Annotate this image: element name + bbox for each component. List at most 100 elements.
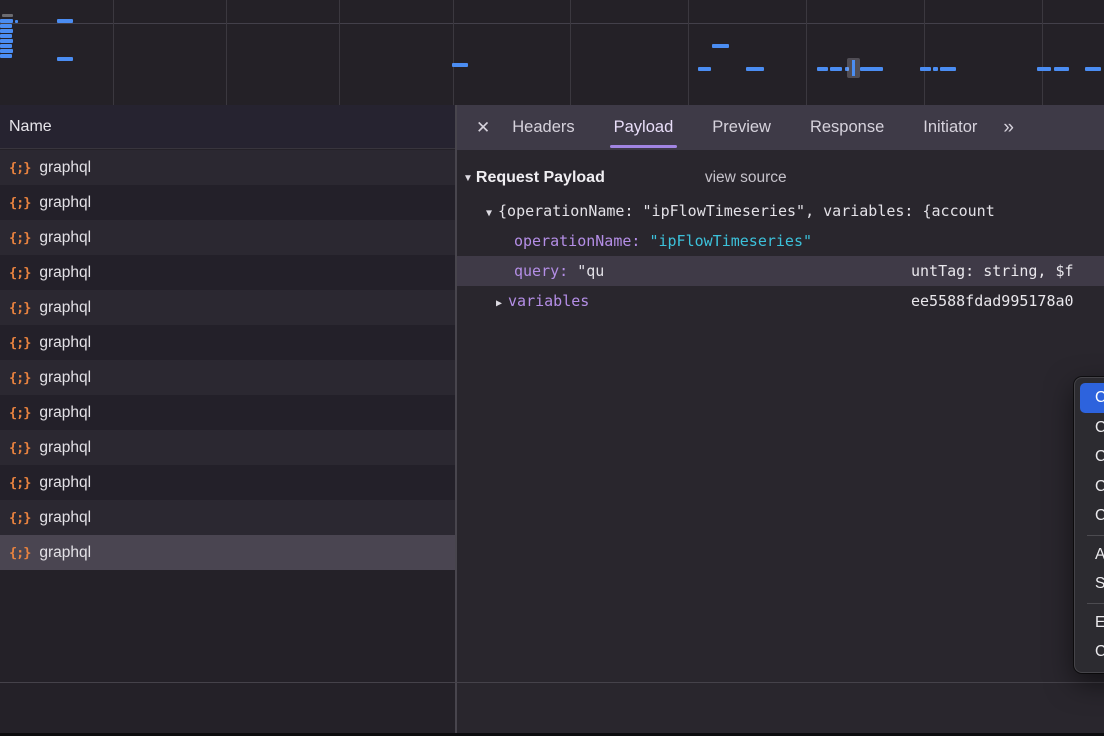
section-title: Request Payload (476, 169, 605, 187)
overview-request-bar (452, 63, 468, 67)
overview-marker-bar (852, 60, 855, 76)
overview-gridline (339, 0, 340, 105)
request-name: graphql (39, 334, 91, 352)
overview-gridline (1042, 0, 1043, 105)
menu-item-add-property-path-to-watch[interactable]: Add property path to watch (1075, 540, 1104, 570)
json-resource-icon: {;} (9, 405, 30, 421)
network-request-row[interactable]: {;} graphql (0, 500, 455, 535)
json-resource-icon: {;} (9, 510, 30, 526)
property-value-end: untTag: string, $f (911, 256, 1074, 286)
property-key: query: (514, 262, 568, 280)
network-request-row[interactable]: {;} graphql (0, 150, 455, 185)
request-name: graphql (39, 544, 91, 562)
overview-request-bar (0, 19, 13, 23)
overview-gridline (688, 0, 689, 105)
object-preview-text: {operationName: "ipFlowTimeseries", vari… (498, 202, 995, 220)
request-payload-section: ▼ Request Payload view source (457, 160, 1104, 196)
variables-expand-icon[interactable]: ▶ (496, 289, 502, 316)
network-request-row[interactable]: {;} graphql (0, 395, 455, 430)
menu-item-collapse-children[interactable]: Collapse children (1075, 637, 1104, 667)
overview-request-bar (2, 14, 13, 17)
menu-item-expand-recursively[interactable]: Expand recursively (1075, 608, 1104, 638)
payload-query-row[interactable]: query: "qu untTag: string, $f (457, 256, 1104, 286)
summary-divider-line (0, 682, 1104, 683)
json-resource-icon: {;} (9, 230, 30, 246)
network-request-row[interactable]: {;} graphql (0, 255, 455, 290)
menu-item-copy-string-as-javascript-literal[interactable]: Copy string as JavaScript literal (1075, 472, 1104, 502)
view-source-link[interactable]: view source (705, 169, 787, 187)
json-resource-icon: {;} (9, 475, 30, 491)
overview-request-bar (0, 44, 12, 48)
name-column-label: Name (9, 118, 52, 136)
close-icon[interactable]: ✕ (476, 118, 490, 138)
payload-variables-row[interactable]: ▶variables ee5588fdad995178a0 (457, 286, 1104, 316)
network-overview-timeline[interactable] (0, 0, 1104, 106)
overview-gridline (453, 0, 454, 105)
tab-initiator[interactable]: Initiator (923, 105, 977, 150)
property-value-start: "qu (577, 262, 604, 280)
menu-item-store-as-global-variable[interactable]: Store as global variable (1075, 569, 1104, 599)
network-request-row[interactable]: {;} graphql (0, 535, 455, 570)
tab-preview[interactable]: Preview (712, 105, 771, 150)
request-name: graphql (39, 404, 91, 422)
overview-request-bar (698, 67, 711, 71)
more-tabs-icon[interactable]: » (1003, 117, 1012, 139)
payload-operation-name-row[interactable]: operationName: "ipFlowTimeseries" (457, 226, 1104, 256)
request-name: graphql (39, 509, 91, 527)
overview-request-bar (1085, 67, 1101, 71)
json-resource-icon: {;} (9, 545, 30, 561)
request-name: graphql (39, 264, 91, 282)
tab-response[interactable]: Response (810, 105, 884, 150)
object-collapse-icon[interactable]: ▼ (486, 199, 492, 226)
overview-request-bar (15, 20, 18, 23)
devtools-network-panel: Name {;}graphql{;}graphql{;}graphql{;}gr… (0, 0, 1104, 736)
section-collapse-icon[interactable]: ▼ (463, 173, 473, 184)
menu-item-copy-string-contents[interactable]: Copy string contents (1075, 442, 1104, 472)
overview-request-bar (1037, 67, 1051, 71)
tab-headers[interactable]: Headers (512, 105, 574, 150)
network-request-row[interactable]: {;}graphql (0, 360, 455, 395)
json-resource-icon: {;} (9, 265, 30, 281)
network-request-row[interactable]: {;}graphql (0, 465, 455, 500)
json-resource-icon: {;} (9, 195, 30, 211)
property-value-end: ee5588fdad995178a0 (911, 286, 1074, 316)
request-rows: {;} graphql {;} graphql {;} graphql {;} graphql… (0, 150, 455, 570)
overview-request-bar (0, 49, 13, 53)
json-resource-icon: {;} (9, 160, 30, 176)
menu-item-copy-property-path[interactable]: Copy property path (1075, 413, 1104, 443)
overview-gridline (113, 0, 114, 105)
request-name: graphql (39, 369, 91, 387)
overview-request-bar (940, 67, 956, 71)
request-list-panel: Name {;}graphql{;}graphql{;}graphql{;}gr… (0, 105, 455, 733)
network-request-row[interactable]: {;}graphql (0, 430, 455, 465)
request-name: graphql (39, 159, 91, 177)
overview-request-bar (830, 67, 842, 71)
tab-payload[interactable]: Payload (614, 105, 674, 150)
network-request-row[interactable]: {;} graphql (0, 290, 455, 325)
json-resource-icon: {;} (9, 300, 30, 316)
menu-separator (1087, 535, 1104, 536)
request-name: graphql (39, 229, 91, 247)
request-name: graphql (39, 439, 91, 457)
overview-request-bar (57, 19, 73, 23)
network-request-row[interactable]: {;}graphql (0, 185, 455, 220)
menu-item-copy-value[interactable]: Copy value (1080, 383, 1104, 413)
request-name: graphql (39, 299, 91, 317)
context-menu: Copy valueCopy property pathCopy string … (1074, 377, 1104, 673)
overview-request-bar (57, 57, 73, 61)
overview-request-bar (920, 67, 931, 71)
overview-gridline (226, 0, 227, 105)
overview-divider-line (0, 23, 1104, 24)
overview-request-bar (0, 54, 12, 58)
network-request-row[interactable]: {;}graphql (0, 325, 455, 360)
network-request-row[interactable]: {;} graphql (0, 220, 455, 255)
request-details-panel: ✕ Headers Payload Preview Response Initiator… (457, 105, 1104, 733)
overview-request-bar (817, 67, 828, 71)
overview-gridline (924, 0, 925, 105)
overview-request-bar (0, 34, 12, 38)
property-key: operationName: (514, 232, 640, 250)
menu-item-copy-string-as-json-literal[interactable]: Copy string as JSON literal (1075, 501, 1104, 531)
name-column-header[interactable]: Name (0, 105, 455, 149)
payload-object-row[interactable]: ▼ {operationName: "ipFlowTimeseries", var… (457, 196, 1104, 226)
overview-request-bar (712, 44, 729, 48)
